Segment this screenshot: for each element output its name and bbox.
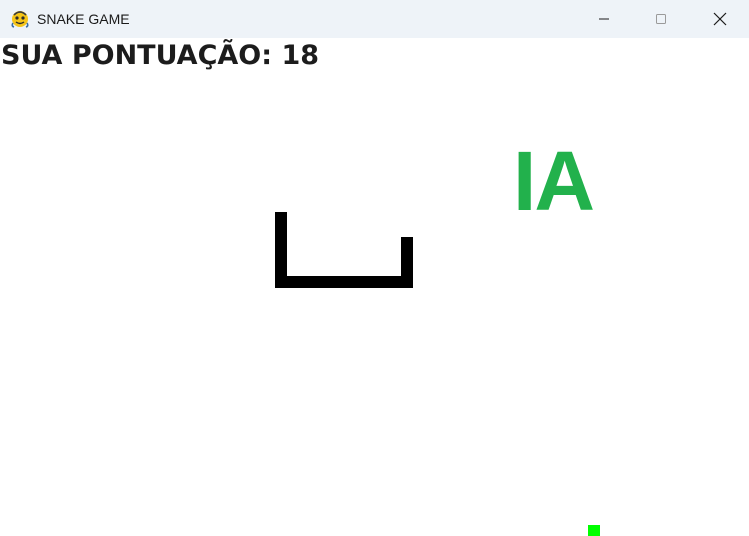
minimize-button[interactable] [575,0,633,38]
food-pellet [588,525,600,536]
game-canvas[interactable]: SUA PONTUAÇÃO: 18 IA [0,38,749,536]
snake-head [401,237,413,288]
score-label: SUA PONTUAÇÃO: 18 [1,40,320,71]
ai-mode-label: IA [513,134,595,228]
maximize-button[interactable] [632,0,690,38]
close-button[interactable] [691,0,749,38]
snake-bottom-body [275,276,413,288]
minimize-icon [599,18,609,20]
pygame-snake-icon [10,8,30,28]
title-bar[interactable]: SNAKE GAME [0,0,749,38]
window-title: SNAKE GAME [37,11,130,27]
close-icon [713,12,727,26]
maximize-icon [656,14,666,24]
